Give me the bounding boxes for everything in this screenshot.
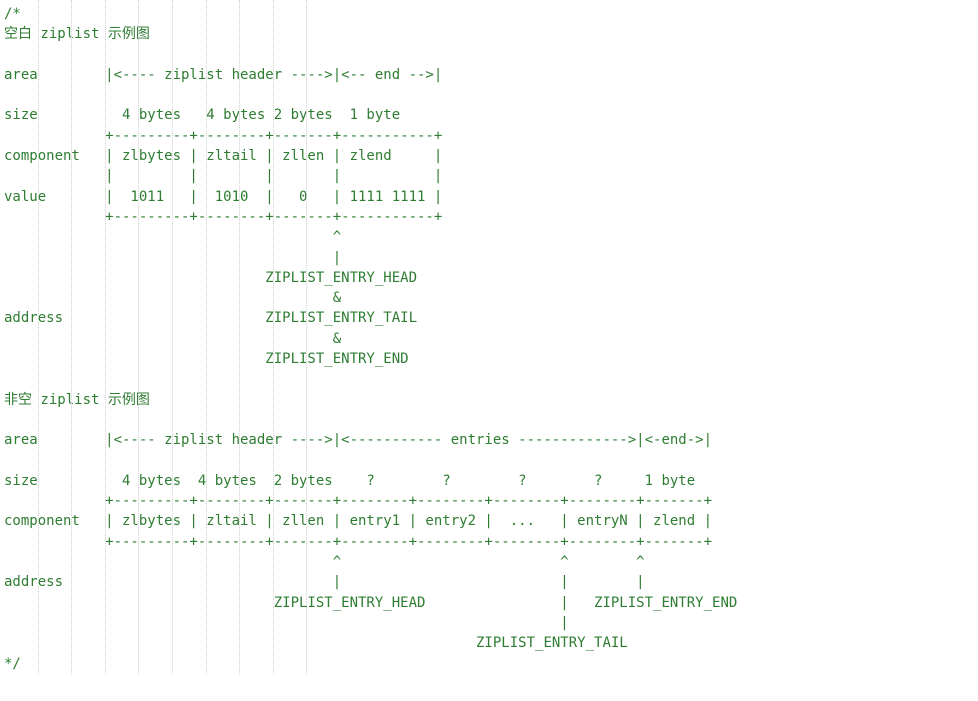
code-block: /* 空白 ziplist 示例图 area |<---- ziplist he… xyxy=(0,0,978,674)
ascii-diagram: /* 空白 ziplist 示例图 area |<---- ziplist he… xyxy=(0,0,978,674)
